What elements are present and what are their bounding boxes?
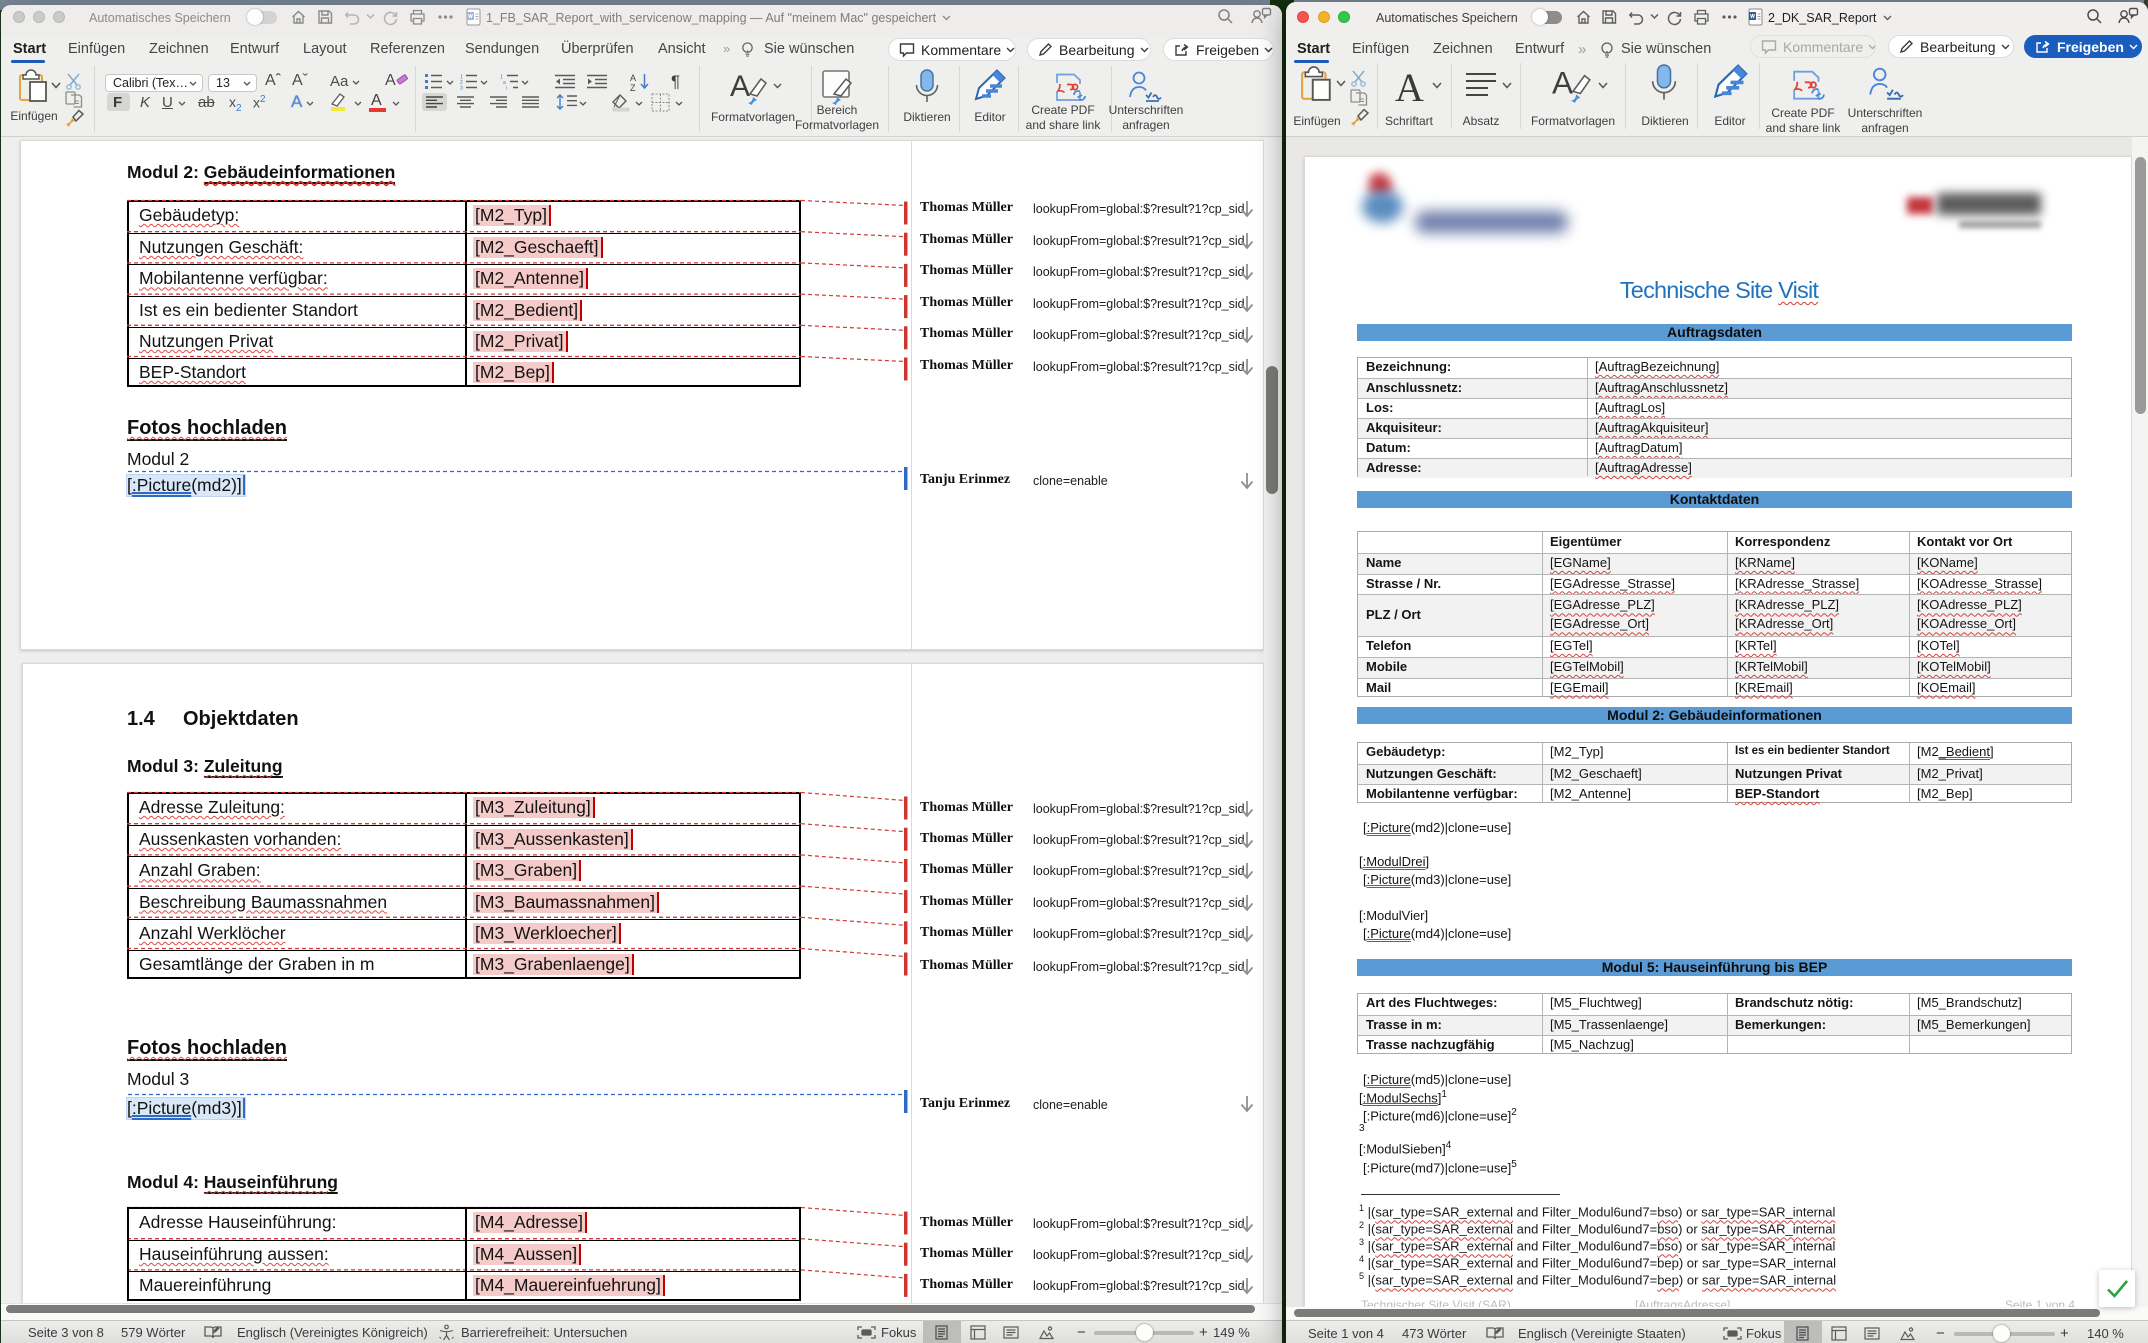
svg-text:Z: Z	[630, 83, 636, 93]
svg-text:A: A	[730, 70, 750, 103]
svg-text:i: i	[506, 86, 507, 92]
svg-text:A: A	[1552, 64, 1573, 100]
svg-text:A: A	[630, 73, 636, 83]
svg-text:3: 3	[460, 86, 463, 92]
